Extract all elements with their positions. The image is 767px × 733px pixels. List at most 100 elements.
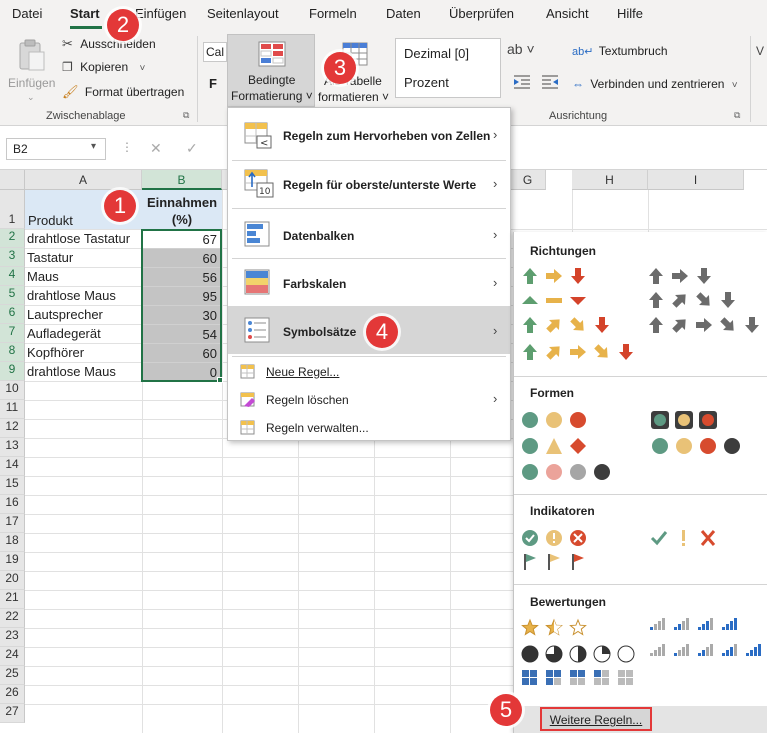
name-box-dropdown-icon[interactable]: ▾ — [91, 141, 96, 152]
menu-item-clear-rules[interactable]: Regeln löschen › — [228, 386, 510, 414]
row-header-16[interactable]: 16 — [0, 495, 25, 514]
column-header-i[interactable]: I — [648, 170, 744, 190]
tab-einfuegen[interactable]: Einfügen — [135, 6, 186, 21]
row-header-27[interactable]: 27 — [0, 704, 25, 723]
tab-ueberpruefen[interactable]: Überprüfen — [449, 6, 514, 21]
conditional-formatting-button[interactable]: Bedingte Formatierung ˅ — [227, 34, 315, 107]
row-header-13[interactable]: 13 — [0, 438, 25, 457]
arrow-shape — [672, 294, 686, 308]
cell-a2[interactable]: drahtlose Tastatur — [27, 231, 130, 246]
orientation-icon[interactable]: ab ˅ — [507, 41, 535, 57]
row-header-24[interactable]: 24 — [0, 647, 25, 666]
row-header-20[interactable]: 20 — [0, 571, 25, 590]
row-header-11[interactable]: 11 — [0, 400, 25, 419]
number-format-partial[interactable]: V — [756, 44, 764, 58]
row-header-26[interactable]: 26 — [0, 685, 25, 704]
menu-item-new-rule[interactable]: Neue Regel... — [228, 358, 510, 386]
cell-a6[interactable]: Lautsprecher — [27, 307, 103, 322]
cell-a4[interactable]: Maus — [27, 269, 59, 284]
directions-icon-sets[interactable] — [514, 262, 767, 372]
copy-dropdown-icon[interactable]: ˅ — [140, 63, 146, 74]
box-rating-icon — [570, 678, 577, 685]
merge-dropdown-icon[interactable]: ˅ — [732, 80, 738, 91]
section-indicators: Indikatoren — [530, 504, 595, 518]
tab-datei[interactable]: Datei — [12, 6, 42, 21]
row-header-8[interactable]: 8 — [0, 343, 25, 362]
indent-decrease-icon[interactable] — [512, 74, 532, 90]
more-rules-bar: Weitere Regeln... — [514, 706, 767, 733]
row-header-15[interactable]: 15 — [0, 476, 25, 495]
row-header-21[interactable]: 21 — [0, 590, 25, 609]
row-header-6[interactable]: 6 — [0, 305, 25, 324]
row-header-2[interactable]: 2 — [0, 229, 25, 248]
shapes-icon-sets[interactable] — [514, 406, 767, 496]
indicators-icon-sets[interactable] — [514, 524, 767, 584]
select-all-corner[interactable] — [0, 170, 25, 190]
ratings-icon-sets[interactable] — [514, 614, 767, 704]
highlight-rules-icon: < — [244, 122, 272, 149]
column-header-a[interactable]: A — [25, 170, 142, 190]
indent-increase-icon[interactable] — [540, 74, 560, 90]
tab-ansicht[interactable]: Ansicht — [546, 6, 589, 21]
cell-b1[interactable]: Einnahmen (%) — [142, 190, 222, 229]
cell-a9[interactable]: drahtlose Maus — [27, 364, 116, 379]
row-header-5[interactable]: 5 — [0, 286, 25, 305]
row-header-17[interactable]: 17 — [0, 514, 25, 533]
clipboard-launcher-icon[interactable]: ⧉ — [183, 110, 189, 121]
column-header-g[interactable]: G — [510, 170, 546, 190]
tab-start[interactable]: Start — [70, 6, 100, 21]
callout-5: 5 — [490, 694, 522, 726]
arrow-icon — [570, 345, 586, 359]
cancel-icon[interactable]: ✕ — [150, 140, 162, 157]
cell-a3[interactable]: Tastatur — [27, 250, 73, 265]
format-painter-label: Format übertragen — [84, 85, 185, 99]
row-header-25[interactable]: 25 — [0, 666, 25, 685]
column-header-b[interactable]: B — [142, 170, 222, 190]
menu-item-data-bars[interactable]: Datenbalken › — [228, 210, 510, 258]
more-rules-button[interactable]: Weitere Regeln... — [540, 707, 652, 731]
paste-button[interactable]: Einfügen ⌄ — [8, 34, 55, 102]
column-header-h[interactable]: H — [572, 170, 648, 190]
row-header-3[interactable]: 3 — [0, 248, 25, 267]
cell-a5[interactable]: drahtlose Maus — [27, 288, 116, 303]
font-name-combo[interactable]: Cal — [203, 42, 227, 62]
confirm-icon[interactable]: ✓ — [186, 140, 198, 157]
row-header-14[interactable]: 14 — [0, 457, 25, 476]
tab-hilfe[interactable]: Hilfe — [617, 6, 643, 21]
cell-a8[interactable]: Kopfhörer — [27, 345, 84, 360]
menu-item-top-bottom-rules[interactable]: 10 Regeln für oberste/unterste Werte › — [228, 160, 510, 208]
menu-item-highlight-rules[interactable]: < Regeln zum Hervorheben von Zellen › — [228, 112, 510, 160]
row-header-23[interactable]: 23 — [0, 628, 25, 647]
bold-button[interactable]: F — [209, 76, 217, 91]
cell-a7[interactable]: Aufladegerät — [27, 326, 101, 341]
format-painter-button[interactable]: 🖌 Format übertragen — [62, 84, 184, 100]
row-header-22[interactable]: 22 — [0, 609, 25, 628]
row-header-1[interactable]: 1 — [0, 190, 25, 229]
row-header-10[interactable]: 10 — [0, 381, 25, 400]
row-header-18[interactable]: 18 — [0, 533, 25, 552]
row-header-4[interactable]: 4 — [0, 267, 25, 286]
cut-button[interactable]: ✂ Ausschneiden — [62, 36, 156, 52]
more-options-icon[interactable]: ⋮ — [121, 140, 133, 154]
row-header-9[interactable]: 9 — [0, 362, 25, 381]
menu-item-color-scales[interactable]: Farbskalen › — [228, 258, 510, 306]
style-decimal[interactable]: Dezimal [0] — [404, 46, 469, 61]
signal-bar-icon — [682, 647, 685, 656]
cell-styles-gallery[interactable]: Dezimal [0] Prozent — [395, 38, 501, 98]
alignment-launcher-icon[interactable]: ⧉ — [734, 110, 740, 121]
row-header-7[interactable]: 7 — [0, 324, 25, 343]
copy-button[interactable]: ❐ Kopieren ˅ — [62, 60, 145, 74]
tab-seitenlayout[interactable]: Seitenlayout — [207, 6, 279, 21]
section-shapes: Formen — [530, 386, 575, 400]
menu-item-manage-rules[interactable]: Regeln verwalten... — [228, 414, 510, 442]
fill-handle[interactable] — [217, 377, 223, 383]
merge-center-button[interactable]: ⇔ Verbinden und zentrieren ˅ — [572, 77, 738, 91]
box-rating-icon — [546, 670, 553, 677]
style-percent[interactable]: Prozent — [404, 75, 449, 90]
tab-daten[interactable]: Daten — [386, 6, 421, 21]
flag-icon — [526, 554, 536, 562]
row-header-19[interactable]: 19 — [0, 552, 25, 571]
row-header-12[interactable]: 12 — [0, 419, 25, 438]
wrap-text-button[interactable]: ab↵ Textumbruch — [572, 44, 668, 58]
tab-formeln[interactable]: Formeln — [309, 6, 357, 21]
